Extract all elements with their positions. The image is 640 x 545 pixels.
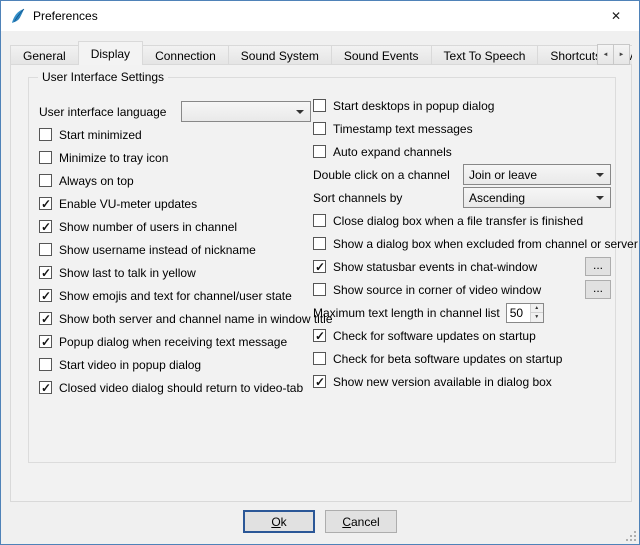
checkbox[interactable] — [39, 128, 52, 141]
checkbox-show-user-count[interactable]: Show number of users in channel — [39, 215, 311, 238]
tab-display[interactable]: Display — [78, 41, 143, 65]
close-button[interactable]: ✕ — [593, 1, 639, 31]
tab-sound-system[interactable]: Sound System — [228, 45, 332, 65]
ui-settings-groupbox: User Interface Settings User interface l… — [28, 77, 616, 463]
checkbox[interactable] — [313, 283, 326, 296]
checkbox[interactable] — [39, 312, 52, 325]
right-column: Start desktops in popup dialog Timestamp… — [313, 94, 611, 393]
display-tab-page: User Interface Settings User interface l… — [10, 64, 632, 502]
statusbar-events-more-button[interactable]: ... — [585, 257, 611, 276]
double-click-combobox[interactable]: Join or leave — [463, 164, 611, 185]
checkbox[interactable] — [39, 289, 52, 302]
close-icon: ✕ — [611, 9, 621, 23]
scroll-left-icon: ◄ — [603, 52, 609, 58]
checkbox-server-channel-in-title[interactable]: Show both server and channel name in win… — [39, 307, 311, 330]
left-column: User interface language Start minimized … — [39, 100, 311, 399]
double-click-label: Double click on a channel — [313, 168, 450, 182]
checkbox-new-version-dialog[interactable]: Show new version available in dialog box — [313, 370, 611, 393]
checkbox[interactable] — [39, 220, 52, 233]
statusbar-events-row: Show statusbar events in chat-window ... — [313, 255, 611, 278]
checkbox[interactable] — [313, 260, 326, 273]
language-label: User interface language — [39, 105, 166, 119]
tab-sound-events[interactable]: Sound Events — [331, 45, 432, 65]
checkbox[interactable] — [39, 197, 52, 210]
language-row: User interface language — [39, 100, 311, 123]
checkbox-last-to-talk-yellow[interactable]: Show last to talk in yellow — [39, 261, 311, 284]
checkbox[interactable] — [313, 237, 326, 250]
checkbox-video-popup-dialog[interactable]: Start video in popup dialog — [39, 353, 311, 376]
tab-strip: General Display Connection Sound System … — [10, 41, 632, 65]
checkbox-dialog-when-excluded[interactable]: Show a dialog box when excluded from cha… — [313, 232, 611, 255]
checkbox-close-on-transfer-finished[interactable]: Close dialog box when a file transfer is… — [313, 209, 611, 232]
checkbox-minimize-to-tray[interactable]: Minimize to tray icon — [39, 146, 311, 169]
video-source-row: Show source in corner of video window ..… — [313, 278, 611, 301]
sort-channels-label: Sort channels by — [313, 191, 402, 205]
checkbox[interactable] — [39, 243, 52, 256]
checkbox[interactable] — [313, 145, 326, 158]
ok-button[interactable]: Ok — [243, 510, 315, 533]
checkbox[interactable] — [313, 214, 326, 227]
checkbox-popup-on-text-message[interactable]: Popup dialog when receiving text message — [39, 330, 311, 353]
max-text-length-label: Maximum text length in channel list — [313, 306, 500, 320]
checkbox-closed-video-return[interactable]: Closed video dialog should return to vid… — [39, 376, 311, 399]
spinner-up-icon[interactable]: ▲ — [531, 304, 543, 314]
tab-scroll-buttons: ◄ ► — [598, 44, 630, 65]
checkbox-check-updates[interactable]: Check for software updates on startup — [313, 324, 611, 347]
checkbox[interactable] — [39, 335, 52, 348]
tab-text-to-speech[interactable]: Text To Speech — [431, 45, 539, 65]
title-bar[interactable]: Preferences ✕ — [1, 1, 639, 31]
tab-connection[interactable]: Connection — [142, 45, 229, 65]
checkbox[interactable] — [313, 329, 326, 342]
cancel-button[interactable]: Cancel — [325, 510, 397, 533]
checkbox-desktops-popup[interactable]: Start desktops in popup dialog — [313, 94, 611, 117]
sort-channels-row: Sort channels by Ascending — [313, 186, 611, 209]
checkbox[interactable] — [39, 381, 52, 394]
app-logo-icon — [10, 8, 26, 24]
checkbox[interactable] — [39, 174, 52, 187]
resize-grip-icon[interactable] — [624, 529, 637, 542]
checkbox-auto-expand-channels[interactable]: Auto expand channels — [313, 140, 611, 163]
checkbox-always-on-top[interactable]: Always on top — [39, 169, 311, 192]
checkbox-start-minimized[interactable]: Start minimized — [39, 123, 311, 146]
language-combobox[interactable] — [181, 101, 311, 122]
checkbox-vu-meter-updates[interactable]: Enable VU-meter updates — [39, 192, 311, 215]
chevron-down-icon — [596, 173, 604, 181]
checkbox-username-instead-nickname[interactable]: Show username instead of nickname — [39, 238, 311, 261]
checkbox[interactable] — [39, 358, 52, 371]
spinner-down-icon[interactable]: ▼ — [531, 313, 543, 322]
checkbox-timestamp-messages[interactable]: Timestamp text messages — [313, 117, 611, 140]
groupbox-title: User Interface Settings — [38, 70, 168, 84]
scroll-right-icon: ► — [619, 52, 625, 58]
chevron-down-icon — [596, 196, 604, 204]
checkbox[interactable] — [39, 266, 52, 279]
video-source-more-button[interactable]: ... — [585, 280, 611, 299]
checkbox[interactable] — [313, 375, 326, 388]
checkbox[interactable] — [39, 151, 52, 164]
checkbox[interactable] — [313, 122, 326, 135]
checkbox[interactable] — [313, 99, 326, 112]
checkbox-check-beta-updates[interactable]: Check for beta software updates on start… — [313, 347, 611, 370]
tab-scroll-left-button[interactable]: ◄ — [597, 44, 614, 65]
checkbox-emojis-and-text[interactable]: Show emojis and text for channel/user st… — [39, 284, 311, 307]
max-text-length-spinner[interactable]: 50 ▲ ▼ — [506, 303, 544, 323]
checkbox[interactable] — [313, 352, 326, 365]
sort-channels-combobox[interactable]: Ascending — [463, 187, 611, 208]
chevron-down-icon — [296, 110, 304, 118]
double-click-row: Double click on a channel Join or leave — [313, 163, 611, 186]
window-title: Preferences — [33, 9, 98, 23]
preferences-dialog: Preferences ✕ General Display Connection… — [0, 0, 640, 545]
dialog-footer: Ok Cancel — [1, 510, 639, 533]
tab-scroll-right-button[interactable]: ► — [613, 44, 630, 65]
max-text-length-row: Maximum text length in channel list 50 ▲… — [313, 301, 611, 324]
tab-general[interactable]: General — [10, 45, 79, 65]
